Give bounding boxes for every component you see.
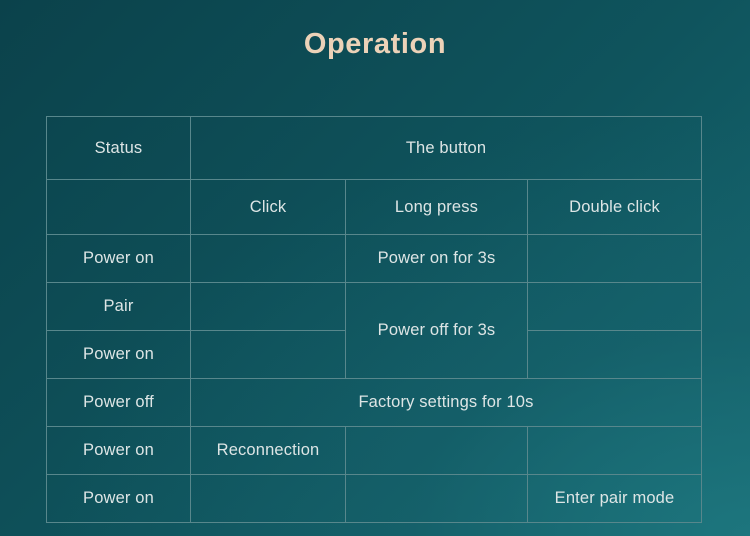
row-click-cell bbox=[190, 474, 346, 523]
operation-table: Status The button Click Long press Doubl… bbox=[46, 116, 703, 523]
table-subheader-row: Click Long press Double click bbox=[46, 179, 703, 235]
subheader-cell-click: Click bbox=[190, 179, 346, 235]
row-status: Power on bbox=[46, 426, 191, 475]
header-cell-the-button: The button bbox=[189, 116, 703, 180]
table-header-row: Status The button bbox=[46, 116, 703, 180]
subheader-cell-long-press: Long press bbox=[345, 179, 528, 235]
table-row: Power on Power on for 3s bbox=[46, 234, 703, 283]
row-double-click-cell bbox=[526, 234, 703, 283]
table-row: Power on Reconnection bbox=[46, 426, 703, 475]
row-status: Power on bbox=[46, 474, 191, 523]
slide-canvas: Operation Status The button Click Long p… bbox=[0, 0, 750, 536]
header-cell-status: Status bbox=[46, 116, 191, 180]
row-long-press-cell bbox=[345, 474, 528, 523]
table-row: Pair Power off for 3s bbox=[46, 282, 703, 379]
row-click-cell: Reconnection bbox=[190, 426, 346, 475]
row-long-press-cell: Power on for 3s bbox=[345, 234, 528, 283]
page-title: Operation bbox=[303, 28, 447, 60]
subheader-cell-double-click: Double click bbox=[526, 179, 703, 235]
row-status: Power off bbox=[46, 378, 191, 427]
row-double-click-cell bbox=[526, 282, 703, 331]
row-click-cell bbox=[190, 234, 346, 283]
row-status: Pair bbox=[46, 282, 191, 331]
row-long-press-cell bbox=[345, 426, 528, 475]
row-click-cell bbox=[190, 330, 346, 379]
subheader-cell-blank bbox=[46, 179, 191, 235]
row-status: Power on bbox=[46, 234, 191, 283]
row-double-click-cell bbox=[526, 330, 703, 379]
table-row: Power off Factory settings for 10s bbox=[46, 378, 703, 427]
row-long-press-cell-merged: Power off for 3s bbox=[345, 282, 528, 379]
row-factory-settings-cell: Factory settings for 10s bbox=[189, 378, 703, 427]
row-status: Power on bbox=[46, 330, 191, 379]
row-click-cell bbox=[190, 282, 346, 331]
row-double-click-cell: Enter pair mode bbox=[526, 474, 703, 523]
row-double-click-cell bbox=[526, 426, 703, 475]
table-row: Power on Enter pair mode bbox=[46, 474, 703, 523]
